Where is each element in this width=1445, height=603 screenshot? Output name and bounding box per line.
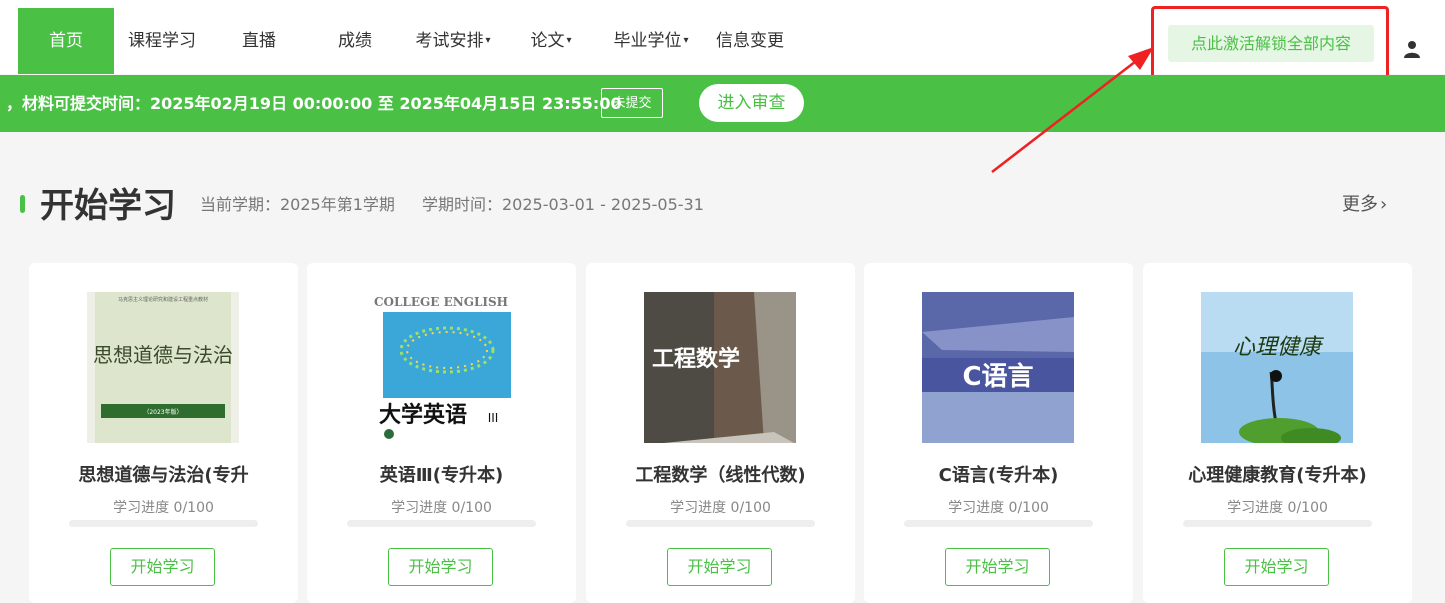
course-name: 心理健康教育(专升本): [1188, 465, 1367, 486]
cover-title-text: 思想道德与法治: [93, 343, 233, 367]
course-name: 工程数学（线性代数): [635, 465, 806, 486]
nav-label: 首页: [49, 31, 83, 51]
course-cover-image: 心理健康: [1201, 292, 1353, 443]
progress-bar: [347, 520, 536, 527]
start-learning-button[interactable]: 开始学习: [667, 548, 772, 586]
cover-top-text: 马克思主义理论研究和建设工程重点教材: [118, 296, 208, 303]
cover-title-text: COLLEGE ENGLISH: [374, 295, 508, 309]
course-cover-image: COLLEGE ENGLISH 大学英语 III: [365, 292, 517, 443]
cover-title-text: 心理健康: [1233, 335, 1325, 360]
nav-label: 课程学习: [128, 31, 196, 51]
course-name: 思想道德与法治(专升: [78, 465, 249, 486]
nav-item-live[interactable]: 直播: [228, 8, 290, 74]
progress-bar: [1183, 520, 1372, 527]
nav-item-thesis[interactable]: 论文 ▾: [522, 8, 580, 74]
progress-bar: [626, 520, 815, 527]
start-learning-button[interactable]: 开始学习: [945, 548, 1050, 586]
caret-down-icon: ▾: [566, 35, 572, 46]
course-name: 英语Ⅲ(专升本): [379, 465, 504, 486]
progress-text: 学习进度 0/100: [1227, 500, 1328, 516]
semester-period: 学期时间：2025-03-01 - 2025-05-31: [422, 195, 704, 214]
course-cover-image: 工程数学: [644, 292, 796, 443]
chevron-right-icon: ›: [1380, 194, 1388, 215]
cover-suffix-text: III: [488, 411, 499, 425]
nav-label: 考试安排: [415, 31, 484, 51]
nav-item-exam-schedule[interactable]: 考试安排 ▾: [408, 8, 498, 74]
progress-bar: [904, 520, 1093, 527]
nav-label: 论文: [530, 31, 565, 51]
nav-item-grades[interactable]: 成绩: [324, 8, 386, 74]
user-icon[interactable]: [1403, 40, 1421, 58]
course-name: C语言(专升本): [938, 465, 1059, 486]
submission-banner: ，材料可提交时间：2025年02月19日 00:00:00 至 2025年04月…: [0, 75, 1445, 132]
annotation-highlight-box: [1151, 6, 1389, 84]
status-badge: 未提交: [601, 88, 663, 118]
current-semester: 当前学期：2025年第1学期: [200, 195, 395, 214]
more-link[interactable]: 更多 ›: [1342, 193, 1387, 217]
submission-time-text: ，材料可提交时间：2025年02月19日 00:00:00 至 2025年04月…: [6, 94, 622, 113]
nav-item-graduation-degree[interactable]: 毕业学位 ▾: [606, 8, 696, 74]
start-learning-button[interactable]: 开始学习: [110, 548, 215, 586]
cover-bottom-text: 大学英语: [379, 402, 467, 428]
course-cover-image: 马克思主义理论研究和建设工程重点教材 思想道德与法治 （2023年版）: [87, 292, 239, 443]
course-card[interactable]: C语言 C语言(专升本) 学习进度 0/100 开始学习: [864, 263, 1133, 603]
cover-title-text: C语言: [962, 362, 1033, 392]
nav-label: 毕业学位: [613, 31, 682, 51]
start-learning-button[interactable]: 开始学习: [1224, 548, 1329, 586]
progress-text: 学习进度 0/100: [391, 500, 492, 516]
cover-title-text: 工程数学: [652, 346, 740, 372]
course-card[interactable]: COLLEGE ENGLISH 大学英语 III 英语Ⅲ(专升本) 学习进度 0…: [307, 263, 576, 603]
caret-down-icon: ▾: [485, 35, 491, 46]
nav-item-course-study[interactable]: 课程学习: [118, 8, 206, 74]
progress-text: 学习进度 0/100: [670, 500, 771, 516]
start-learning-button[interactable]: 开始学习: [388, 548, 493, 586]
course-cover-image: C语言: [922, 292, 1074, 443]
course-card[interactable]: 工程数学 工程数学（线性代数) 学习进度 0/100 开始学习: [586, 263, 855, 603]
more-label: 更多: [1342, 194, 1378, 215]
nav-label: 直播: [242, 31, 276, 51]
cover-edition-text: （2023年版）: [143, 408, 182, 416]
section-title: 开始学习: [40, 186, 176, 226]
nav-label: 成绩: [338, 31, 372, 51]
section-accent-bar: [20, 195, 25, 213]
nav-item-info-change[interactable]: 信息变更: [710, 8, 790, 74]
caret-down-icon: ▾: [683, 35, 689, 46]
progress-text: 学习进度 0/100: [113, 500, 214, 516]
nav-label: 信息变更: [716, 31, 784, 51]
course-card[interactable]: 马克思主义理论研究和建设工程重点教材 思想道德与法治 （2023年版） 思想道德…: [29, 263, 298, 603]
nav-item-home[interactable]: 首页: [18, 8, 114, 74]
enter-review-button[interactable]: 进入审查: [699, 84, 804, 122]
progress-bar: [69, 520, 258, 527]
course-card[interactable]: 心理健康 心理健康教育(专升本) 学习进度 0/100 开始学习: [1143, 263, 1412, 603]
progress-text: 学习进度 0/100: [948, 500, 1049, 516]
